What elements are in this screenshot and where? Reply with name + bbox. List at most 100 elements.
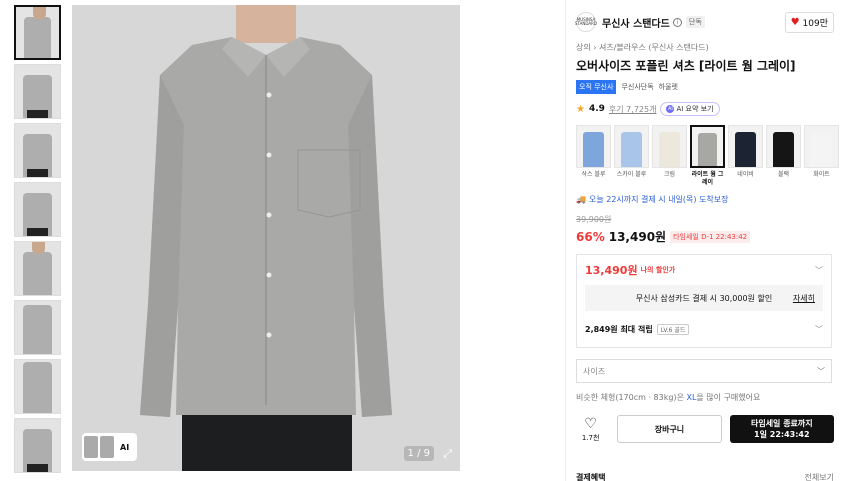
like-button[interactable]: ♡ 1.7천 <box>576 416 605 443</box>
benefit-box: 13,490원 나의 할인가 ﹀ 무신사 삼성카드 결제 시 30,000원 할… <box>576 254 832 348</box>
card-offer-row: 무신사 삼성카드 결제 시 30,000원 할인 자세히 <box>585 285 823 311</box>
action-bar: ♡ 1.7천 장바구니 타임세일 종료까지 1일 22:43:42 <box>576 415 834 443</box>
mini-thumb <box>84 436 98 458</box>
thumbnail-6[interactable] <box>14 300 61 355</box>
swatch-label: 블랙 <box>777 171 790 178</box>
add-to-cart-button[interactable]: 장바구니 <box>617 415 722 443</box>
info-icon[interactable]: i <box>672 17 682 27</box>
timesale-badge: 타임세일 D-1 22:43:42 <box>670 230 751 243</box>
heart-icon: ♥ <box>790 16 800 28</box>
my-price: 13,490원 <box>585 264 638 277</box>
sale-price: 13,490원 <box>608 230 667 244</box>
review-link[interactable]: 후기 7,725개 <box>609 104 657 115</box>
color-swatch[interactable]: 네이비 <box>728 125 763 187</box>
thumbnail-2[interactable] <box>14 64 61 119</box>
expand-icon[interactable]: ⤢ <box>443 447 452 461</box>
swatch-image <box>728 125 763 168</box>
size-placeholder: 사이즈 <box>583 366 606 376</box>
thumbnail-list <box>14 5 62 477</box>
thumbnail-5[interactable] <box>14 241 61 296</box>
like-count: 1.7천 <box>581 433 600 442</box>
thumbnail-4[interactable] <box>14 182 61 237</box>
brand-name[interactable]: 무신사 스탠다드 <box>602 15 670 30</box>
brand-row: MUSINSA STANDARD 무신사 스탠다드 i 단독 ♥ 109만 <box>575 10 834 34</box>
swatch-label: 네이비 <box>737 171 754 178</box>
rating-row: ★ 4.9 후기 7,725개 AI AI 요약 보기 <box>576 102 834 116</box>
panel-divider <box>565 0 566 481</box>
swatch-label: 크림 <box>663 171 676 178</box>
swatch-image <box>804 125 839 168</box>
product-info-panel: MUSINSA STANDARD 무신사 스탠다드 i 단독 ♥ 109만 상의… <box>575 10 839 443</box>
buy-button[interactable]: 타임세일 종료까지 1일 22:43:42 <box>729 415 834 443</box>
buy-line-2: 1일 22:43:42 <box>754 430 810 439</box>
heart-outline-icon: ♡ <box>584 415 597 432</box>
product-title: 오버사이즈 포플린 셔츠 [라이트 웜 그레이] <box>576 59 796 73</box>
buy-line-1: 타임세일 종료까지 <box>750 419 813 428</box>
size-recommendation: 비슷한 체형(170cm · 83kg)은 XL을 많이 구매했어요 <box>576 392 834 403</box>
swatch-image <box>614 125 649 168</box>
discount-rate: 66% <box>576 229 605 244</box>
brand-tag: 단독 <box>685 16 705 28</box>
color-swatch[interactable]: 스카이 블루 <box>614 125 649 187</box>
size-note-size: XL <box>686 393 697 402</box>
card-offer-text: 무신사 삼성카드 결제 시 30,000원 할인 <box>635 293 773 303</box>
brand-like-count: 109만 <box>802 18 828 29</box>
points-text: 2,849원 최대 적립 <box>585 324 653 334</box>
ai-icon: AI <box>666 105 675 113</box>
level-tag: LV.6 골드 <box>656 323 690 335</box>
size-select[interactable]: 사이즈 ﹀ <box>576 359 832 383</box>
chevron-down-icon: ﹀ <box>817 366 825 376</box>
swatch-label: 삭스 블루 <box>581 171 606 178</box>
my-price-row[interactable]: 13,490원 나의 할인가 ﹀ <box>577 255 831 285</box>
payment-benefit-header: 결제혜택 전체보기 <box>576 472 834 481</box>
color-swatch[interactable]: 블랙 <box>766 125 801 187</box>
swatch-image <box>690 125 725 168</box>
shirt-illustration <box>140 5 392 471</box>
ai-summary-label: AI 요약 보기 <box>676 105 714 113</box>
mini-thumb <box>100 436 114 458</box>
brand-like-button[interactable]: ♥ 109만 <box>784 11 834 33</box>
points-row[interactable]: 2,849원 최대 적립 LV.6 골드 ﹀ <box>577 311 831 347</box>
ai-label: AI <box>120 442 130 452</box>
color-swatch[interactable]: 크림 <box>652 125 687 187</box>
tag-exclusive: 오직 무신사 <box>576 80 617 94</box>
star-icon: ★ <box>576 103 585 115</box>
my-price-label: 나의 할인가 <box>640 266 676 274</box>
page-indicator: 1 / 9 <box>403 446 434 461</box>
swatch-image <box>576 125 611 168</box>
delivery-text: 오늘 22시까지 결제 시 내일(목) 도착보장 <box>588 195 729 204</box>
breadcrumb[interactable]: 상의 › 셔츠/블라우스 (무신사 스탠다드) <box>576 42 834 53</box>
payment-benefit-title: 결제혜택 <box>576 473 606 481</box>
mini-gallery-strip[interactable]: AI <box>82 433 137 461</box>
card-detail-link[interactable]: 자세히 <box>793 293 815 304</box>
ai-summary-button[interactable]: AI AI 요약 보기 <box>660 102 720 116</box>
brand-logo[interactable]: MUSINSA STANDARD <box>575 12 597 32</box>
swatch-label: 라이트 웜 그레이 <box>691 171 724 186</box>
swatch-image <box>652 125 687 168</box>
swatch-image <box>766 125 801 168</box>
color-swatches: 삭스 블루 스카이 블루 크림 라이트 웜 그레이 네이비 블랙 화이트 <box>576 125 839 187</box>
thumbnail-8[interactable] <box>14 418 61 473</box>
rating-score: 4.9 <box>588 104 605 114</box>
delivery-guarantee[interactable]: 🚚 오늘 22시까지 결제 시 내일(목) 도착보장 <box>576 194 834 205</box>
swatch-label: 화이트 <box>813 171 830 178</box>
color-swatch[interactable]: 화이트 <box>804 125 839 187</box>
truck-icon: 🚚 <box>576 195 586 204</box>
view-all-link[interactable]: 전체보기 <box>805 472 834 481</box>
main-product-image[interactable]: AI 1 / 9 ⤢ <box>72 5 460 471</box>
price-row: 66% 13,490원 타임세일 D-1 22:43:42 <box>576 228 834 245</box>
size-note-suffix: 을 많이 구매했어요 <box>696 393 761 402</box>
size-note-prefix: 비슷한 체형(170cm · 83kg)은 <box>576 393 687 402</box>
original-price: 39,900원 <box>576 215 612 224</box>
chevron-down-icon: ﹀ <box>815 265 823 275</box>
color-swatch[interactable]: 라이트 웜 그레이 <box>690 125 725 187</box>
product-tags: 오직 무신사 무신사단독 하울렛 <box>576 80 834 94</box>
thumbnail-3[interactable] <box>14 123 61 178</box>
tag-haulet: 하울렛 <box>658 83 678 91</box>
tag-musinsa-only: 무신사단독 <box>621 83 654 91</box>
color-swatch[interactable]: 삭스 블루 <box>576 125 611 187</box>
chevron-down-icon: ﹀ <box>815 324 823 334</box>
thumbnail-1[interactable] <box>14 5 61 60</box>
thumbnail-7[interactable] <box>14 359 61 414</box>
swatch-label: 스카이 블루 <box>616 171 647 178</box>
